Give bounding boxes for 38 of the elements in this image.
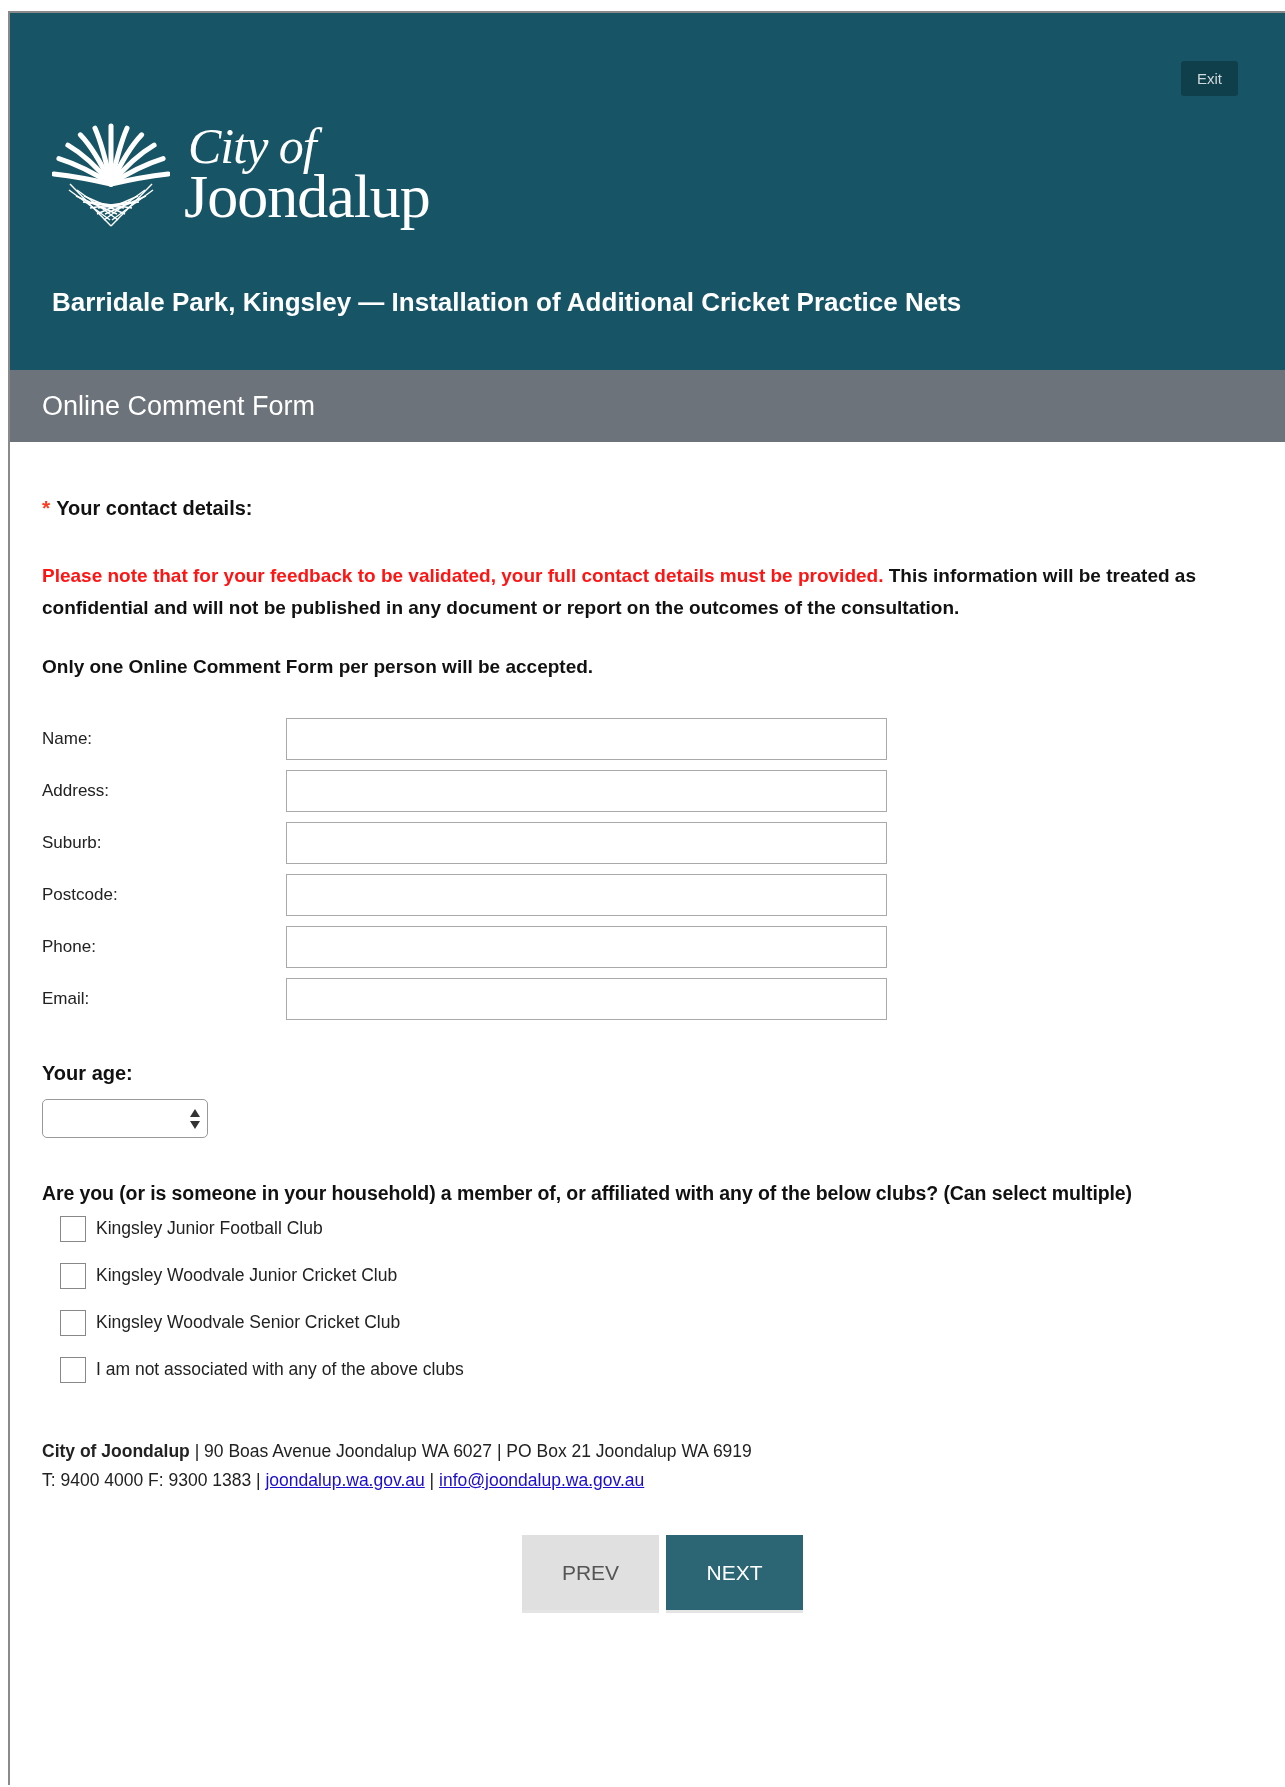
input-field[interactable] bbox=[286, 718, 887, 760]
fan-logo-icon bbox=[52, 121, 170, 227]
checkbox[interactable] bbox=[60, 1309, 86, 1336]
field-label: Phone: bbox=[42, 937, 97, 957]
up-down-arrows-icon bbox=[189, 1107, 201, 1130]
input-field[interactable] bbox=[286, 770, 887, 812]
page-title: Barridale Park, Kingsley — Installation of Additional Cricket Practice Nets bbox=[52, 287, 963, 318]
checkbox[interactable] bbox=[60, 1215, 86, 1242]
footer-link[interactable]: info@joondalup.wa.gov.au bbox=[439, 1470, 645, 1490]
age-label: Your age: bbox=[42, 1062, 134, 1085]
question-text: Are you (or is someone in your household) a member of, or affiliated with any of the below clubs? (Can select multiple) bbox=[42, 1182, 1133, 1205]
field-label: Postcode: bbox=[42, 885, 119, 905]
field-label: Email: bbox=[42, 989, 91, 1009]
next-button[interactable]: NEXT bbox=[666, 1535, 803, 1610]
contact-text: T: 9400 4000 F: 9300 1383 | joondalup.wa.gov.au | info@joondalup.wa.gov.au bbox=[42, 1469, 646, 1492]
checkbox-label[interactable]: Kingsley Woodvale Senior Cricket Club bbox=[96, 1312, 401, 1333]
input-field[interactable] bbox=[286, 926, 887, 968]
field-label: Suburb: bbox=[42, 833, 103, 853]
input-field[interactable] bbox=[286, 874, 887, 916]
section-heading: Your contact details: bbox=[56, 497, 253, 520]
exit-button[interactable]: Exit bbox=[1181, 61, 1238, 96]
checkbox-label[interactable]: Kingsley Junior Football Club bbox=[96, 1218, 323, 1239]
footer-link[interactable]: joondalup.wa.gov.au bbox=[265, 1470, 425, 1490]
field-label: Name: bbox=[42, 729, 94, 749]
rule-text: Only one Online Comment Form per person will be accepted. bbox=[42, 656, 595, 678]
address-text: City of Joondalup | 90 Boas Avenue Joondalup WA 6027 | PO Box 21 Joondalup WA 6919 bbox=[42, 1440, 753, 1463]
age-dropdown[interactable] bbox=[42, 1099, 208, 1138]
required-mark: * bbox=[42, 496, 51, 520]
checkbox[interactable] bbox=[60, 1356, 86, 1383]
input-field[interactable] bbox=[286, 822, 887, 864]
checkbox-label[interactable]: I am not associated with any of the above clubs bbox=[96, 1359, 464, 1380]
notice-text: Please note that for your feedback to be validated, your full contact details must be provided. This information will be treated as confidential and will not be published in any document or report on the outcomes of the consultation. bbox=[42, 564, 1197, 620]
input-field[interactable] bbox=[286, 978, 887, 1020]
checkbox-label[interactable]: Kingsley Woodvale Junior Cricket Club bbox=[96, 1265, 398, 1286]
field-label: Address: bbox=[42, 781, 111, 801]
prev-button[interactable]: PREV bbox=[522, 1535, 659, 1610]
checkbox[interactable] bbox=[60, 1262, 86, 1289]
form-title-bar: Online Comment Form bbox=[10, 370, 1285, 442]
